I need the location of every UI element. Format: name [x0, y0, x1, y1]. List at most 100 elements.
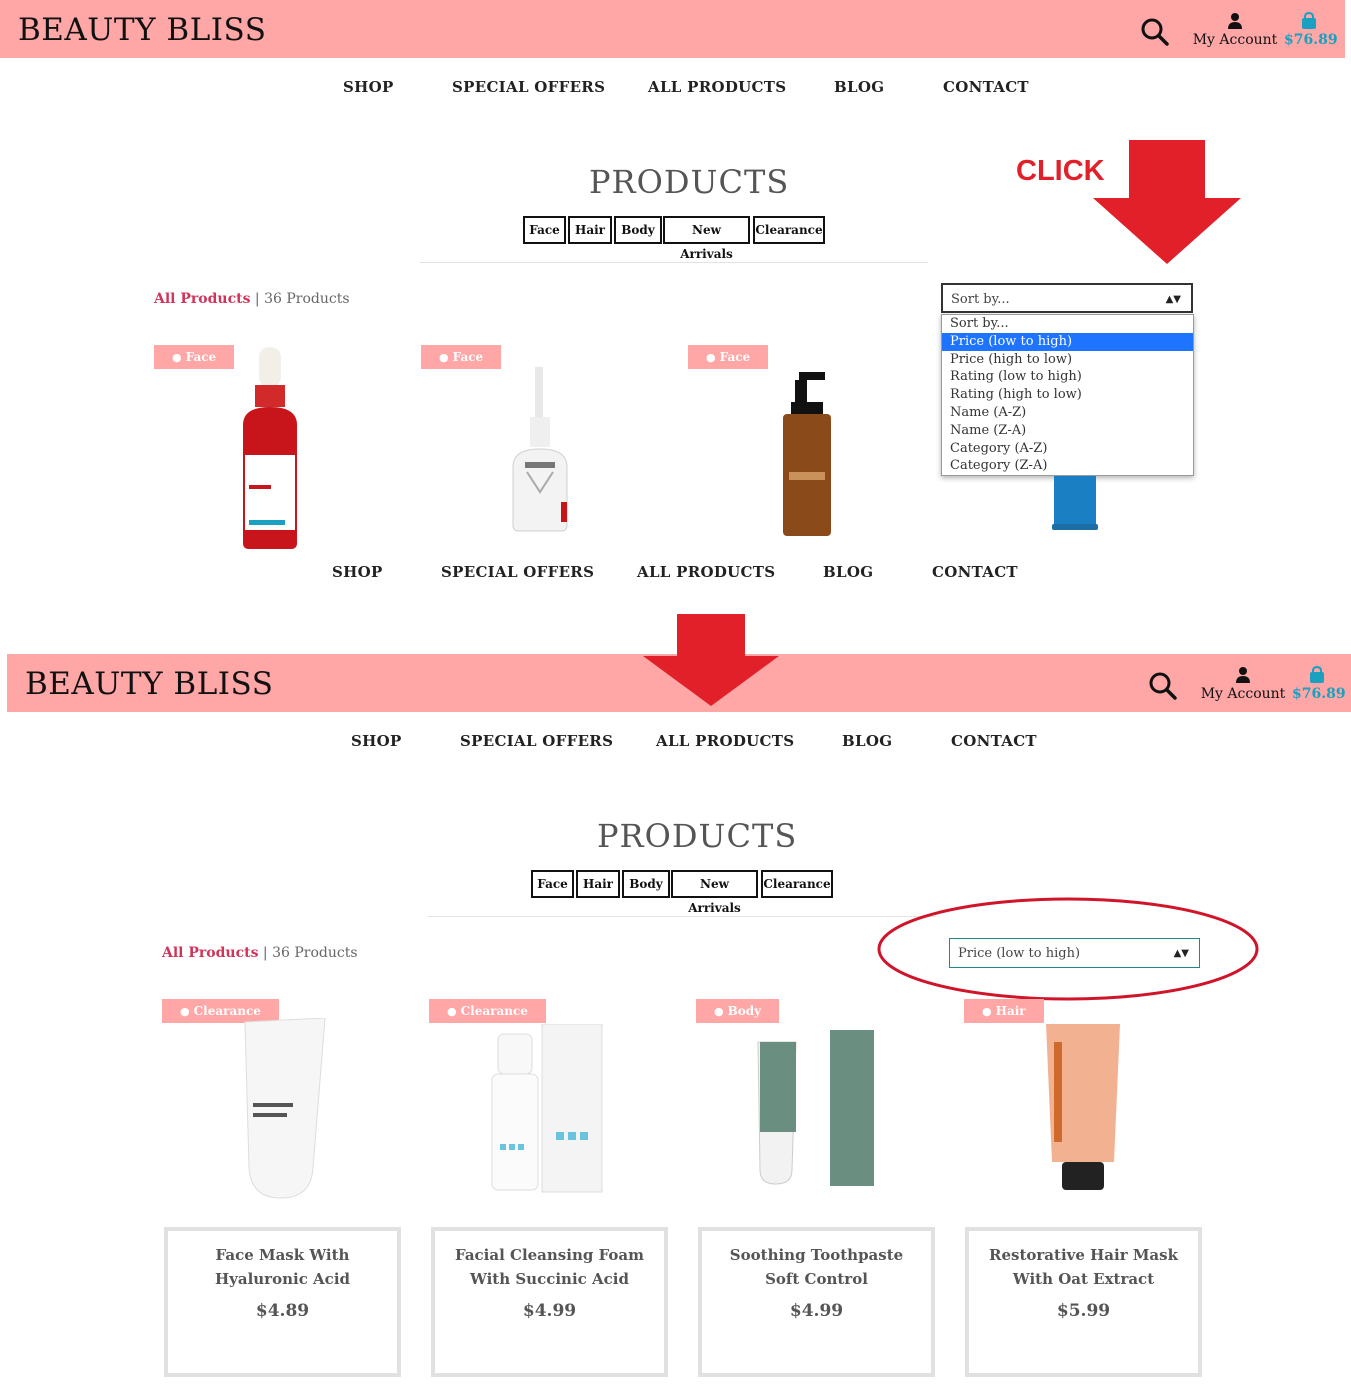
product-name[interactable]: Face Mask With Hyaluronic Acid — [168, 1243, 397, 1291]
sort-option[interactable]: Rating (low to high) — [942, 368, 1193, 386]
product-tag: ● Hair — [964, 999, 1044, 1023]
nav-special-offers[interactable]: SPECIAL OFFERS — [452, 78, 605, 96]
sort-dropdown: Sort by... Price (low to high) Price (hi… — [941, 314, 1194, 477]
sort-option[interactable]: Category (Z-A) — [942, 457, 1193, 475]
product-price: $4.89 — [255, 1301, 310, 1321]
search-icon[interactable] — [1148, 671, 1178, 701]
sort-option[interactable]: Rating (high to low) — [942, 386, 1193, 404]
category-new-arrivals[interactable]: New Arrivals — [663, 216, 750, 261]
category-body[interactable]: Body — [622, 870, 670, 898]
search-icon[interactable] — [1140, 17, 1170, 47]
product-image-serum-clear[interactable] — [505, 367, 575, 532]
account-label: My Account — [1200, 686, 1286, 702]
category-clearance[interactable]: Clearance — [753, 216, 825, 244]
product-image-face-mask-tube[interactable] — [233, 1018, 328, 1200]
user-icon — [1228, 13, 1242, 29]
sort-caret-icon: ▲▼ — [1165, 294, 1181, 305]
tag-icon: ● — [172, 351, 182, 364]
category-clearance[interactable]: Clearance — [761, 870, 833, 898]
tag-icon: ● — [982, 1005, 992, 1018]
sort-option-highlighted[interactable]: Price (low to high) — [942, 332, 1193, 351]
cart-link[interactable]: $76.89 — [1284, 12, 1338, 48]
nav-special-offers-duplicate[interactable]: SPECIAL OFFERS — [441, 563, 594, 581]
product-image-serum-red[interactable] — [235, 345, 305, 550]
product-tag: ● Face — [421, 345, 502, 369]
page-title: PRODUCTS — [597, 817, 798, 855]
all-products-link[interactable]: All Products — [162, 945, 258, 961]
product-price: $4.99 — [789, 1301, 844, 1321]
nav-special-offers[interactable]: SPECIAL OFFERS — [460, 732, 613, 750]
cart-link[interactable]: $76.89 — [1292, 666, 1346, 702]
page-title: PRODUCTS — [589, 163, 790, 201]
category-new-arrivals[interactable]: New Arrivals — [671, 870, 758, 915]
nav-blog-duplicate[interactable]: BLOG — [823, 563, 873, 581]
nav-shop-duplicate[interactable]: SHOP — [332, 563, 383, 581]
shopping-bag-icon — [1310, 666, 1324, 683]
product-count: All Products | 36 Products — [154, 291, 350, 307]
product-card[interactable]: Restorative Hair Mask With Oat Extract $… — [965, 1227, 1202, 1377]
all-products-link[interactable]: All Products — [154, 291, 250, 307]
nav-shop[interactable]: SHOP — [351, 732, 402, 750]
product-count: All Products | 36 Products — [162, 945, 358, 961]
tag-icon: ● — [447, 1005, 457, 1018]
account-label: My Account — [1192, 32, 1278, 48]
product-card[interactable]: Face Mask With Hyaluronic Acid $4.89 — [164, 1227, 401, 1377]
divider — [420, 262, 928, 263]
sort-option[interactable]: Price (high to low) — [942, 351, 1193, 369]
nav-shop[interactable]: SHOP — [343, 78, 394, 96]
tag-icon: ● — [714, 1005, 724, 1018]
brand-logo[interactable]: BEAUTY BLISS — [18, 12, 266, 48]
product-price: $5.99 — [1056, 1301, 1111, 1321]
category-hair[interactable]: Hair — [576, 870, 620, 898]
nav-all-products[interactable]: ALL PRODUCTS — [656, 732, 794, 750]
category-face[interactable]: Face — [523, 216, 566, 244]
header-top: BEAUTY BLISS My Account $76.89 — [0, 0, 1345, 58]
brand-logo[interactable]: BEAUTY BLISS — [25, 666, 273, 702]
product-tag: ● Body — [696, 999, 780, 1023]
product-image-blue-tube[interactable] — [1052, 476, 1098, 530]
sort-option[interactable]: Name (Z-A) — [942, 422, 1193, 440]
product-image-cleansing-foam[interactable] — [490, 1024, 605, 1194]
product-image-toothpaste[interactable] — [752, 1030, 877, 1188]
divider — [428, 916, 936, 917]
category-face[interactable]: Face — [531, 870, 574, 898]
click-annotation: CLICK — [1016, 155, 1105, 187]
product-count-text: | 36 Products — [262, 945, 358, 961]
product-card[interactable]: Soothing Toothpaste Soft Control $4.99 — [698, 1227, 935, 1377]
nav-all-products[interactable]: ALL PRODUCTS — [648, 78, 786, 96]
category-body[interactable]: Body — [614, 216, 662, 244]
product-card[interactable]: Facial Cleansing Foam With Succinic Acid… — [431, 1227, 668, 1377]
down-arrow-annotation — [643, 614, 779, 706]
down-arrow-annotation — [1093, 140, 1241, 264]
my-account-link[interactable]: My Account — [1200, 666, 1286, 702]
nav-contact[interactable]: CONTACT — [951, 732, 1037, 750]
sort-select-value: Sort by... — [951, 292, 1010, 307]
nav-contact-duplicate[interactable]: CONTACT — [932, 563, 1018, 581]
product-image-foam-bottle[interactable] — [781, 372, 833, 537]
sort-option[interactable]: Sort by... — [942, 315, 1193, 333]
product-name[interactable]: Soothing Toothpaste Soft Control — [702, 1243, 931, 1291]
product-tag: ● Face — [688, 345, 769, 369]
nav-blog[interactable]: BLOG — [834, 78, 884, 96]
cart-total: $76.89 — [1292, 686, 1346, 702]
cart-total: $76.89 — [1284, 32, 1338, 48]
my-account-link[interactable]: My Account — [1192, 12, 1278, 48]
sort-option[interactable]: Name (A-Z) — [942, 404, 1193, 422]
product-tag: ● Clearance — [429, 999, 546, 1023]
shopping-bag-icon — [1302, 12, 1316, 29]
category-hair[interactable]: Hair — [568, 216, 612, 244]
product-name[interactable]: Restorative Hair Mask With Oat Extract — [969, 1243, 1198, 1291]
sort-select[interactable]: Sort by... ▲▼ — [941, 283, 1193, 313]
nav-contact[interactable]: CONTACT — [943, 78, 1029, 96]
highlight-ellipse-annotation — [877, 897, 1259, 1001]
product-price: $4.99 — [522, 1301, 577, 1321]
sort-option[interactable]: Category (A-Z) — [942, 440, 1193, 458]
product-name[interactable]: Facial Cleansing Foam With Succinic Acid — [435, 1243, 664, 1291]
product-image-hair-mask[interactable] — [1040, 1022, 1125, 1192]
tag-icon: ● — [180, 1005, 190, 1018]
tag-icon: ● — [439, 351, 449, 364]
nav-blog[interactable]: BLOG — [842, 732, 892, 750]
nav-all-products-duplicate[interactable]: ALL PRODUCTS — [637, 563, 775, 581]
tag-icon: ● — [706, 351, 716, 364]
user-icon — [1236, 667, 1250, 683]
